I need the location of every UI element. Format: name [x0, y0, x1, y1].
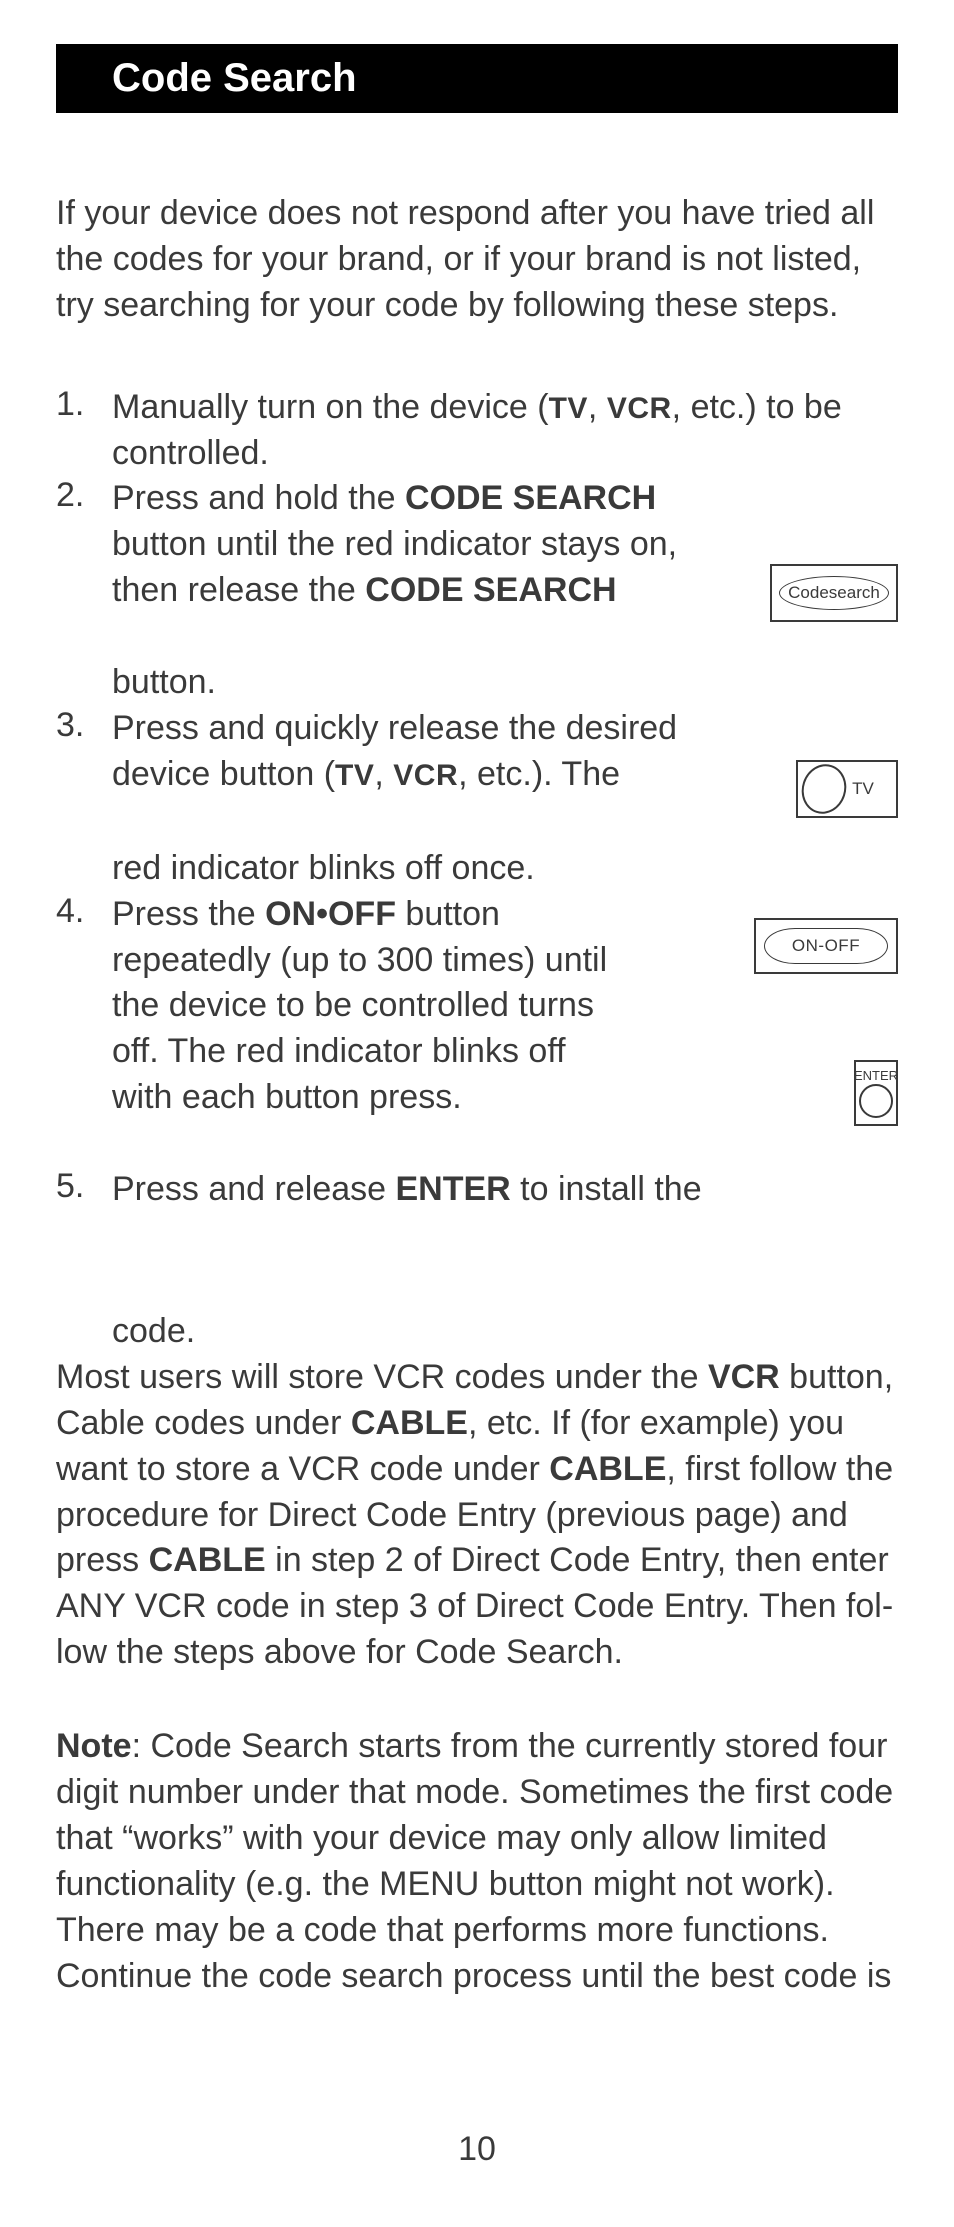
text-fragment: Press and release	[112, 1170, 396, 1208]
step-number: 2.	[56, 476, 84, 515]
text-fragment: Most users will store VCR codes under th…	[56, 1358, 708, 1396]
tv-label: TV	[549, 392, 588, 425]
text-fragment: , etc.). The	[458, 755, 620, 793]
text-fragment: Manually turn on the device (	[112, 388, 549, 426]
text-continuation: code.	[112, 1309, 758, 1355]
tv-label: TV	[335, 759, 374, 792]
text-fragment: Press and hold the	[112, 479, 405, 517]
text-continuation: button.	[112, 660, 708, 706]
text-continuation: red indicator blinks off once.	[112, 846, 708, 892]
manual-page: Code Search If your device does not resp…	[0, 0, 954, 2227]
on-off-label: ON•OFF	[265, 895, 396, 933]
step-number: 4.	[56, 892, 84, 931]
text-fragment: ,	[588, 388, 607, 426]
step-text: Press the ON•OFF button repeatedly (up t…	[112, 892, 618, 1121]
cable-label: CABLE	[549, 1450, 666, 1488]
cable-label: CABLE	[149, 1541, 266, 1579]
text-fragment: ,	[374, 755, 393, 793]
vcr-label: VCR	[393, 759, 458, 792]
step-text: Manually turn on the device (TV, VCR, et…	[112, 385, 898, 477]
code-search-label: CODE SEARCH	[405, 479, 656, 517]
vcr-label: VCR	[708, 1358, 780, 1396]
text-fragment: Press the	[112, 895, 265, 933]
code-search-label: CODE SEARCH	[365, 571, 616, 609]
step-text: Press and hold the CODE SEARCH button un…	[112, 476, 708, 706]
note-paragraph: Note: Code Search starts from the curren…	[56, 1724, 898, 1999]
step-1: 1. Manually turn on the device (TV, VCR,…	[56, 385, 898, 477]
step-number: 3.	[56, 706, 84, 745]
step-text: Press and release ENTER to install the c…	[112, 1167, 758, 1355]
text-fragment: to install the	[511, 1170, 702, 1208]
steps-list: 1. Manually turn on the device (TV, VCR,…	[56, 385, 898, 1355]
enter-label: ENTER	[396, 1170, 511, 1208]
intro-paragraph: If your device does not respond after yo…	[56, 191, 898, 329]
page-number: 10	[0, 2130, 954, 2169]
step-number: 5.	[56, 1167, 84, 1206]
cable-label: CABLE	[351, 1404, 468, 1442]
usage-paragraph: Most users will store VCR codes under th…	[56, 1355, 898, 1676]
step-text: Press and quickly release the desired de…	[112, 706, 708, 892]
note-text: : Code Search starts from the currently …	[56, 1727, 893, 1994]
section-title: Code Search	[56, 44, 898, 113]
note-label: Note	[56, 1727, 132, 1765]
step-3: 3. Press and quickly release the desired…	[56, 706, 898, 892]
step-4: 4. Press the ON•OFF button repeatedly (u…	[56, 892, 898, 1121]
step-5: 5. Press and release ENTER to install th…	[56, 1167, 898, 1355]
step-number: 1.	[56, 385, 84, 424]
step-2: 2. Press and hold the CODE SEARCH button…	[56, 476, 898, 706]
vcr-label: VCR	[607, 392, 672, 425]
